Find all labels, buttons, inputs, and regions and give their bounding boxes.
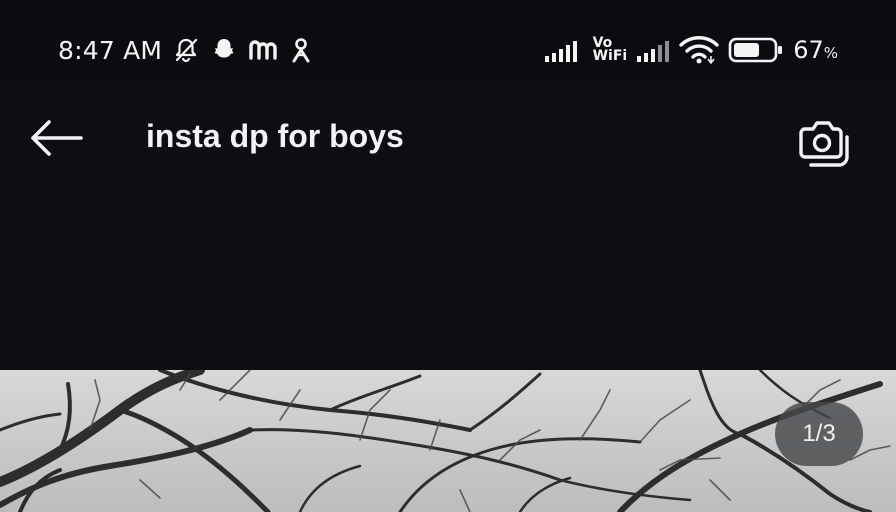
- m-app-icon: [248, 36, 278, 64]
- arrow-left-icon: [31, 120, 83, 156]
- battery-icon: [728, 36, 784, 64]
- branches-photo: [0, 370, 891, 512]
- result-image[interactable]: [0, 370, 896, 512]
- wifi-icon: [679, 35, 719, 65]
- results-spacer: [0, 200, 896, 370]
- signal-strength-2-icon: [636, 36, 670, 64]
- signal-strength-icon: [544, 36, 584, 64]
- battery-value: 67: [793, 36, 824, 64]
- page-indicator: 1/3: [775, 402, 863, 466]
- battery-unit: %: [823, 44, 838, 62]
- vowifi-indicator: Vo WiFi: [592, 36, 628, 64]
- status-left: 8:47 AM: [58, 32, 314, 68]
- search-header: insta dp for boys: [0, 82, 896, 200]
- search-query[interactable]: insta dp for boys: [146, 118, 404, 155]
- battery-percentage: 67%: [793, 36, 838, 64]
- vowifi-bottom: WiFi: [592, 48, 628, 64]
- snapchat-icon: [210, 36, 238, 64]
- clock: 8:47 AM: [58, 35, 163, 65]
- back-button[interactable]: [26, 116, 84, 160]
- camera-search-icon: [799, 121, 849, 167]
- bell-muted-icon: [172, 36, 200, 64]
- screen: 8:47 AM Vo WiFi 67% insta dp for boys 1/…: [0, 0, 896, 512]
- status-bar: 8:47 AM Vo WiFi 67%: [0, 0, 896, 82]
- person-app-icon: [288, 36, 314, 64]
- camera-search-button[interactable]: [794, 114, 852, 168]
- status-right: Vo WiFi 67%: [544, 32, 838, 68]
